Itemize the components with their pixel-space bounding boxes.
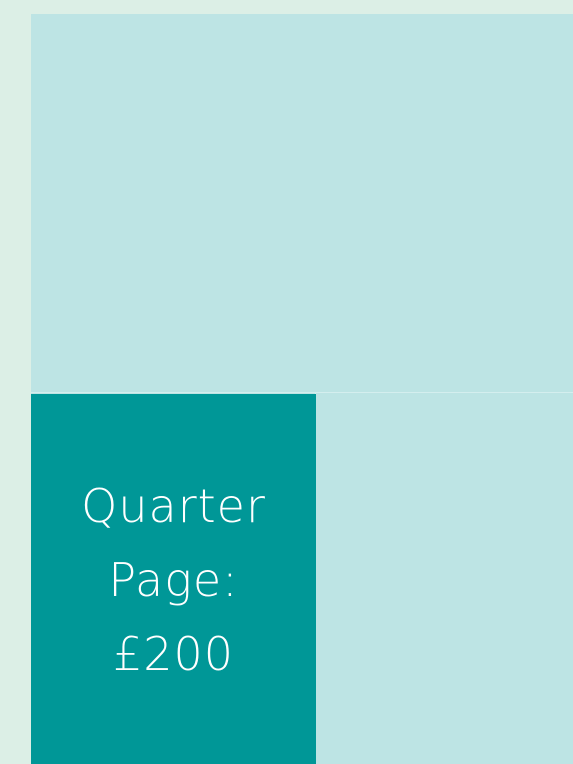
horizontal-divider: [31, 392, 573, 393]
ad-price-text: £200: [112, 627, 235, 681]
page-layout-preview: Quarter Page: £200: [31, 14, 573, 764]
quarter-page-ad-block: Quarter Page: £200: [31, 394, 316, 764]
quarter-page-label: Quarter Page: £200: [81, 469, 266, 691]
ad-unit-text: Page:: [108, 553, 239, 607]
ad-size-text: Quarter: [81, 479, 266, 533]
